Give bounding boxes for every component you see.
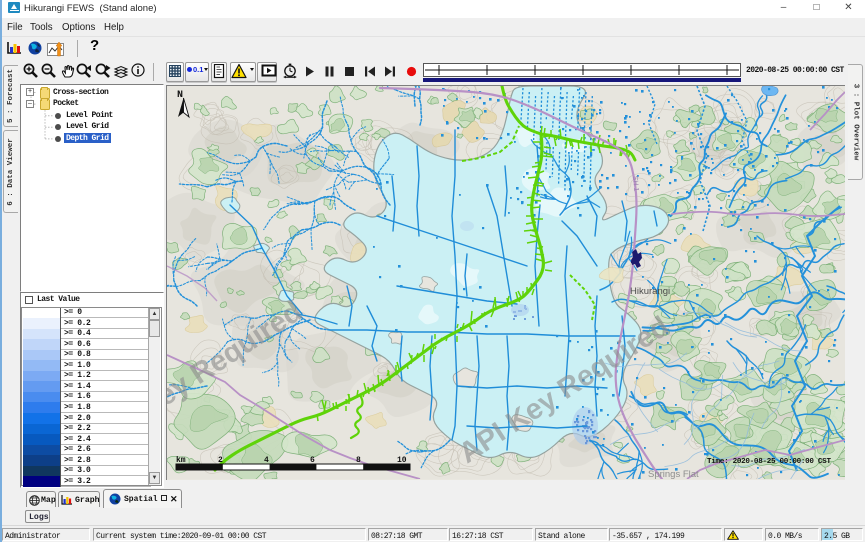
svg-text:Time: 2020-08-25 00:00:00 CST: Time: 2020-08-25 00:00:00 CST	[707, 458, 831, 466]
svg-text:Hikurangi: Hikurangi	[630, 286, 670, 297]
svg-text:Springs Flat: Springs Flat	[648, 469, 699, 479]
svg-text:SH 1: SH 1	[631, 175, 639, 191]
svg-text:N: N	[177, 90, 183, 101]
